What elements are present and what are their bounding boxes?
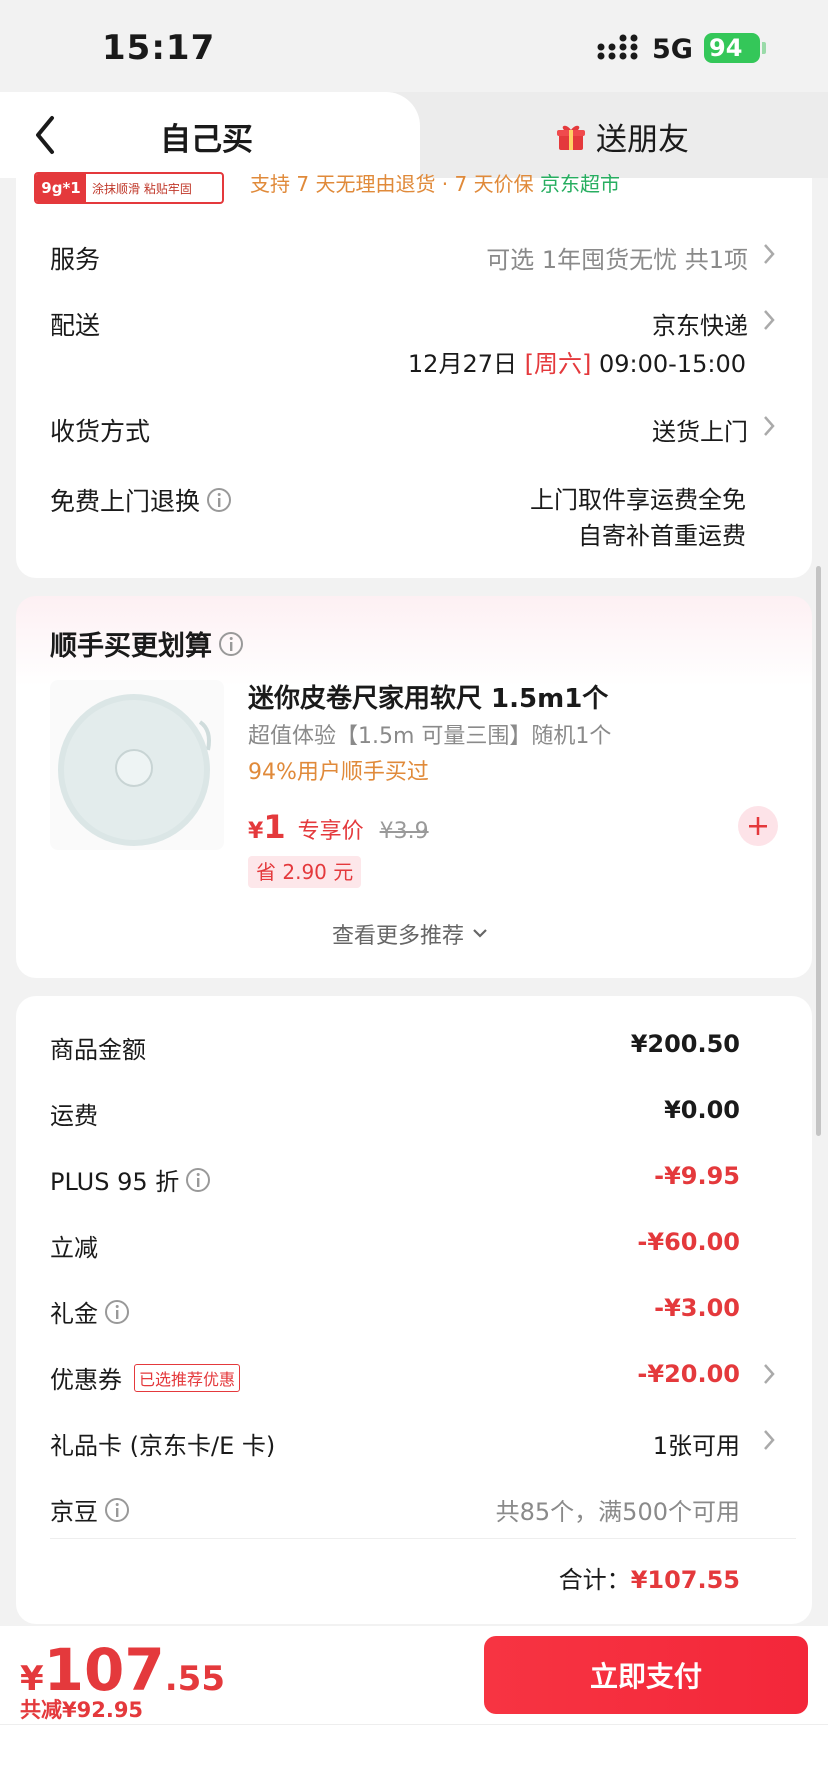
summary-label-text: PLUS 95 折	[50, 1168, 180, 1196]
info-icon[interactable]	[104, 1299, 130, 1325]
summary-row-value: 共85个，满500个可用	[495, 1498, 740, 1526]
chevron-right-icon[interactable]	[762, 242, 776, 266]
addon-price-tag: 专享价	[297, 819, 364, 844]
network-type: 5G	[652, 34, 693, 65]
service-value[interactable]: 可选 1年囤货无忧 共1项	[486, 240, 748, 275]
summary-row-label: PLUS 95 折	[50, 1162, 211, 1197]
addon-product-popularity: 94%用户顺手买过	[248, 760, 429, 785]
delivery-schedule[interactable]: 12月27日 [周六] 09:00-15:00	[408, 344, 746, 379]
summary-label-text: 立减	[50, 1234, 98, 1262]
add-to-order-button[interactable]	[738, 806, 778, 846]
chevron-right-icon[interactable]	[762, 414, 776, 438]
tab-self-buy[interactable]: 自己买	[0, 92, 420, 178]
addon-old-price: ¥3.9	[379, 819, 429, 844]
chevron-right-icon[interactable]	[762, 308, 776, 332]
summary-row-value: -¥9.95	[654, 1162, 740, 1190]
receive-method-value[interactable]: 送货上门	[652, 412, 748, 447]
total-value: ¥107.55	[630, 1566, 740, 1594]
summary-row-value[interactable]: 1张可用	[653, 1426, 740, 1461]
receive-method-label: 收货方式	[50, 417, 151, 446]
summary-label-text: 运费	[50, 1102, 98, 1130]
summary-row-value: -¥3.00	[654, 1294, 740, 1322]
plus-icon	[749, 817, 767, 835]
divider	[0, 1724, 828, 1725]
delivery-label: 配送	[50, 311, 101, 340]
summary-label-text: 礼金	[50, 1300, 98, 1328]
addon-product-subtitle: 超值体验【1.5m 可量三围】随机1个	[248, 724, 612, 749]
chevron-down-icon	[473, 929, 487, 938]
summary-label-text: 商品金额	[50, 1036, 146, 1064]
summary-row-label: 运费	[50, 1096, 98, 1131]
summary-row-value: ¥200.50	[630, 1030, 740, 1058]
summary-row-label: 礼金	[50, 1294, 130, 1329]
summary-row-value[interactable]: -¥20.00	[637, 1360, 740, 1388]
currency-symbol: ¥	[248, 819, 264, 844]
battery-level: 94	[709, 34, 743, 62]
addon-title: 顺手买更划算	[50, 624, 244, 663]
summary-row-label: 京豆	[50, 1492, 130, 1527]
summary-row-label: 礼品卡 (京东卡/E 卡)	[50, 1426, 275, 1461]
back-arrow-icon[interactable]	[30, 112, 60, 158]
info-icon[interactable]	[104, 1497, 130, 1523]
status-time: 15:17	[102, 28, 216, 68]
addon-title-text: 顺手买更划算	[50, 631, 212, 662]
divider	[50, 1538, 796, 1539]
addon-price: 1	[263, 808, 286, 846]
see-more-label: 查看更多推荐	[332, 924, 465, 949]
info-icon[interactable]	[206, 487, 232, 513]
chevron-right-icon[interactable]	[762, 1362, 776, 1386]
final-price-currency: ¥	[20, 1659, 44, 1699]
delivery-date: 12月27日	[407, 350, 517, 378]
final-price-decimal: .55	[164, 1659, 225, 1699]
delivery-weekday: [周六]	[524, 350, 592, 378]
gift-icon	[557, 125, 585, 150]
summary-label-text: 礼品卡 (京东卡/E 卡)	[50, 1432, 276, 1460]
delivery-value[interactable]: 京东快递	[652, 306, 748, 341]
tape-measure-product-image[interactable]	[50, 680, 224, 850]
return-policy-note: 支持 7 天无理由退货 · 7 天价保 京东超市	[250, 168, 620, 197]
summary-row-value: -¥60.00	[637, 1228, 740, 1256]
signal-icon	[597, 34, 638, 60]
tab-gift-friend-label: 送朋友	[596, 122, 689, 158]
addon-price-line: ¥ 1 专享价 ¥3.9	[248, 808, 429, 846]
summary-row-label: 立减	[50, 1228, 98, 1263]
battery-icon: 94	[704, 33, 760, 63]
scrollbar[interactable]	[816, 566, 821, 1136]
product-size-label: 9g*1支	[36, 174, 86, 202]
status-bar: 15:17 5G 94	[0, 0, 828, 96]
free-return-row: 免费上门退换	[50, 482, 232, 518]
return-policy-text: 支持 7 天无理由退货 · 7 天价保	[250, 172, 534, 196]
total-saved: 共减¥92.95	[20, 1698, 144, 1722]
free-return-label: 免费上门退换	[50, 487, 201, 516]
free-return-line2: 自寄补首重运费	[578, 522, 746, 550]
summary-row-label: 商品金额	[50, 1030, 146, 1065]
tab-self-buy-label: 自己买	[160, 122, 253, 158]
summary-label-text: 京豆	[50, 1498, 98, 1526]
total-label: 合计：	[558, 1566, 631, 1594]
pay-now-button[interactable]: 立即支付	[484, 1636, 808, 1714]
summary-row-label: 优惠券 已选推荐优惠	[50, 1360, 241, 1395]
coupon-selected-badge: 已选推荐优惠	[134, 1363, 241, 1392]
info-icon[interactable]	[218, 631, 244, 657]
addon-save-badge: 省 2.90 元	[248, 856, 362, 888]
product-feature-text: 涂抹顺滑 粘贴牢固	[92, 182, 192, 196]
tape-measure-illustration	[58, 694, 211, 846]
see-more-recommend-link[interactable]: 查看更多推荐	[332, 918, 490, 950]
delivery-time: 09:00-15:00	[599, 350, 746, 378]
product-feature-badge: 9g*1支 涂抹顺滑 粘贴牢固	[34, 172, 224, 204]
purchase-mode-tabs: 自己买 送朋友	[0, 92, 828, 178]
info-icon[interactable]	[185, 1167, 211, 1193]
addon-product-name[interactable]: 迷你皮卷尺家用软尺 1.5m1个	[248, 678, 608, 715]
order-total: 合计：¥107.55	[559, 1560, 740, 1595]
chevron-right-icon[interactable]	[762, 1428, 776, 1452]
battery-cap	[762, 42, 766, 54]
free-return-line1: 上门取件享运费全免	[530, 486, 746, 514]
jd-supermarket-label: 京东超市	[539, 172, 620, 196]
summary-row-value: ¥0.00	[664, 1096, 740, 1124]
summary-label-text: 优惠券	[50, 1366, 122, 1394]
tab-gift-friend[interactable]: 送朋友	[556, 114, 689, 159]
service-label: 服务	[50, 245, 101, 274]
